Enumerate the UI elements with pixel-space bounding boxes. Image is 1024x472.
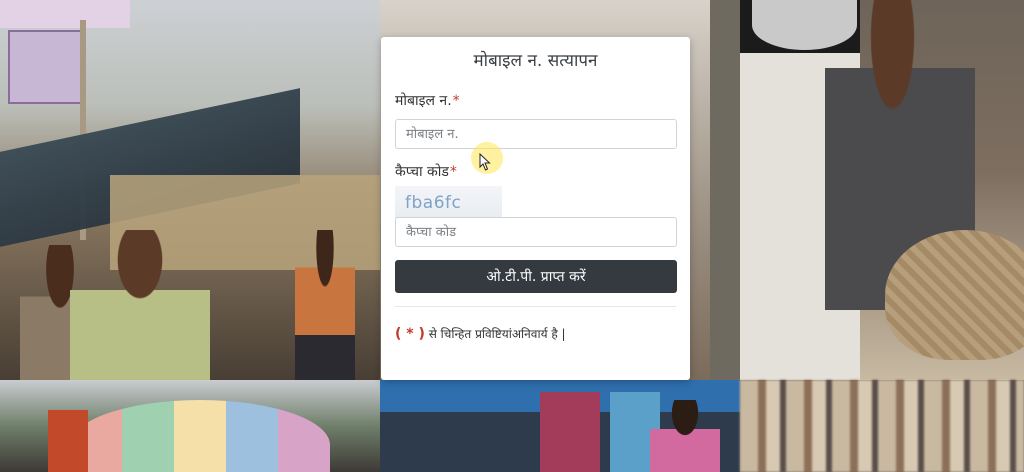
mobile-number-label-text: मोबाइल न.: [395, 93, 452, 109]
background-crowd-photo: [740, 380, 1024, 472]
dialog-title: मोबाइल न. सत्यापन: [473, 51, 598, 71]
mobile-verification-dialog: मोबाइल न. सत्यापन मोबाइल न.* कैप्चा कोड*…: [381, 37, 690, 380]
mouse-pointer-icon: [471, 142, 503, 174]
mobile-number-label: मोबाइल न.*: [395, 92, 676, 110]
mandatory-note-text: से चिन्हित प्रविष्टियांअनिवार्य है |: [424, 327, 566, 341]
captcha-label-text: कैप्चा कोड: [395, 164, 449, 180]
captcha-input[interactable]: [395, 217, 677, 247]
mandatory-fields-note: ( * ) से चिन्हित प्रविष्टियांअनिवार्य है…: [395, 325, 676, 343]
required-asterisk: *: [449, 164, 457, 180]
background-umbrella-photo: [0, 380, 380, 472]
background-market-photo: [0, 0, 380, 380]
captcha-label: कैप्चा कोड*: [395, 163, 676, 181]
mobile-number-input[interactable]: [395, 119, 677, 149]
required-mark: ( * ): [395, 326, 425, 342]
get-otp-button[interactable]: ओ.टी.पी. प्राप्त करें: [395, 260, 677, 293]
background-stalls-photo: [380, 380, 740, 472]
divider: [395, 306, 676, 307]
required-asterisk: *: [452, 93, 460, 109]
captcha-image: fba6fc: [395, 186, 502, 220]
background-basket-vendor-photo: [740, 0, 1024, 380]
